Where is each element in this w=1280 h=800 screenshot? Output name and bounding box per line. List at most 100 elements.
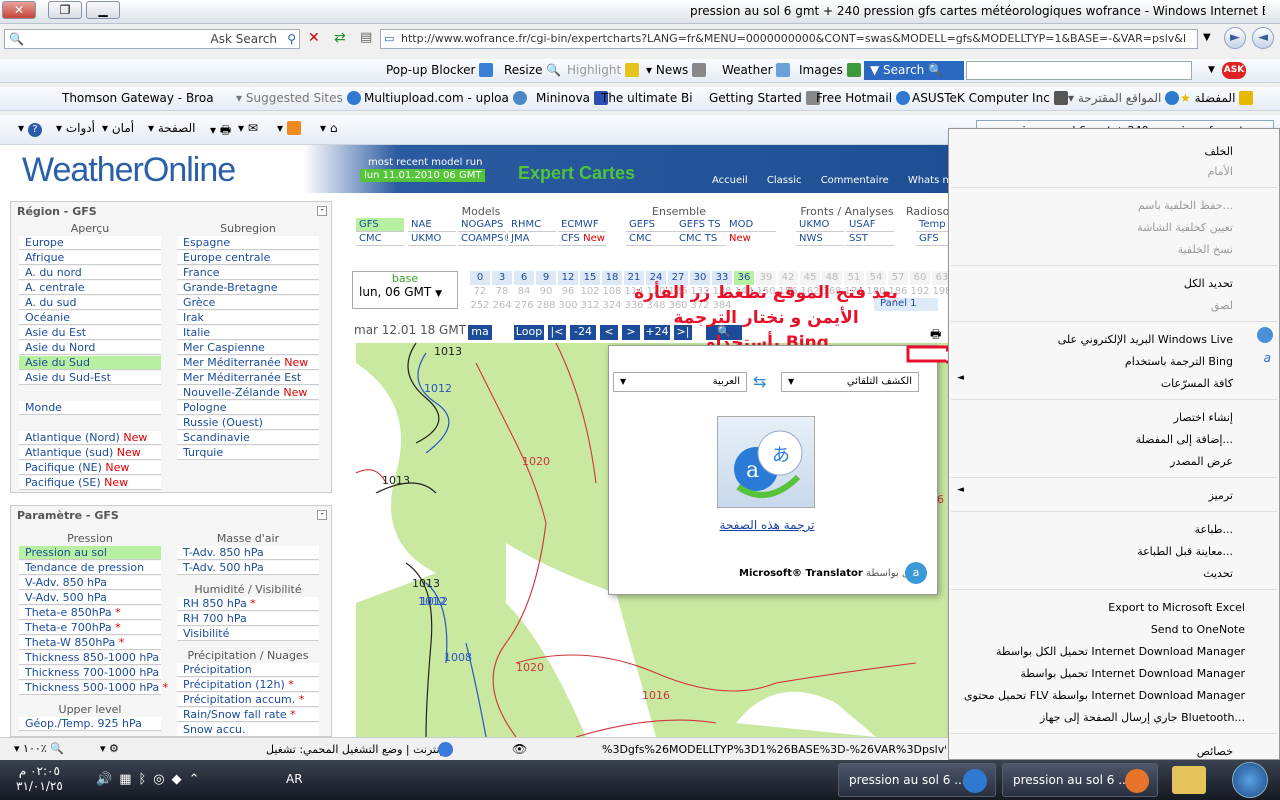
- context-menu-item[interactable]: عرض المصدر: [1170, 455, 1233, 468]
- context-menu-item[interactable]: معاينة قبل الطباعة...: [1137, 545, 1233, 558]
- context-menu-item[interactable]: طباعة...: [1195, 523, 1233, 536]
- translate-from-select[interactable]: ▼ الكشف التلقائي: [781, 372, 919, 392]
- popup-blocker-button[interactable]: Pop-up Blocker: [386, 63, 494, 77]
- context-menu-item[interactable]: كافة المسرّعات: [1161, 377, 1233, 390]
- precip-item[interactable]: Snow accu.: [177, 723, 319, 737]
- safety-menu[interactable]: ▾ أمان: [102, 121, 134, 135]
- fav-thomson[interactable]: Thomson Gateway - Broa: [62, 91, 214, 105]
- model-item[interactable]: CMC: [356, 232, 404, 246]
- nav-classic[interactable]: Classic: [767, 175, 802, 186]
- resize-button[interactable]: Resize 🔍: [504, 63, 561, 77]
- subregion-item[interactable]: Russie (Ouest): [177, 416, 319, 430]
- fronts-item[interactable]: USAF: [846, 218, 894, 232]
- minimize-button[interactable]: ▁: [86, 1, 120, 19]
- context-menu-item[interactable]: جاري إرسال الصفحة إلى جهاز Bluetooth...: [1040, 711, 1245, 724]
- pression-item[interactable]: Theta-e 700hPa *: [19, 621, 161, 635]
- stop-icon[interactable]: ✕: [308, 30, 320, 46]
- base-selector[interactable]: base lun, 06 GMT ▼: [352, 271, 458, 309]
- refresh-icon[interactable]: ⇄: [334, 30, 346, 46]
- precip-item[interactable]: Précipitation: [177, 663, 319, 677]
- subregion-item[interactable]: Italie: [177, 326, 319, 340]
- ensemble-item[interactable]: GEFS: [626, 218, 676, 232]
- control-button[interactable]: |<: [548, 325, 566, 340]
- hour-cell[interactable]: 9: [536, 271, 556, 285]
- region-monde[interactable]: Monde: [19, 401, 161, 415]
- news-button[interactable]: ▾ News: [646, 63, 707, 77]
- fav-mininova[interactable]: Mininova: [536, 91, 608, 105]
- context-menu-item[interactable]: خصائص: [1197, 745, 1233, 758]
- ask-menu-icon[interactable]: ▼: [1208, 65, 1215, 75]
- fav-asus[interactable]: ASUSTeK Computer Inc: [912, 91, 1068, 105]
- hour-cell[interactable]: 3: [492, 271, 512, 285]
- context-menu-item[interactable]: تحميل محتوى FLV بواسطة Internet Download…: [964, 689, 1245, 702]
- fronts-item[interactable]: SST: [846, 232, 894, 246]
- region-ocean-item[interactable]: Atlantique (sud) New: [19, 446, 161, 460]
- region-item[interactable]: Océanie: [19, 311, 161, 325]
- ensemble-item[interactable]: CMC: [626, 232, 676, 246]
- ask-search-box[interactable]: 🔍 Ask Search ⚲: [4, 29, 300, 49]
- hour-cell[interactable]: 63: [932, 271, 948, 285]
- context-menu-item[interactable]: إنشاء اختصار: [1174, 411, 1233, 424]
- ensemble-item[interactable]: GEFS TS: [676, 218, 726, 232]
- fav-getting-started[interactable]: Getting Started: [709, 91, 820, 105]
- context-menu-item[interactable]: ترميز: [1209, 489, 1233, 502]
- subregion-item[interactable]: France: [177, 266, 319, 280]
- ma-button[interactable]: ma: [468, 325, 492, 340]
- context-menu-item[interactable]: Send to OneNote: [1151, 623, 1245, 636]
- help-button[interactable]: ▾ ?: [18, 121, 42, 137]
- model-item[interactable]: JMA: [508, 232, 556, 246]
- restore-button[interactable]: ❐: [48, 1, 82, 19]
- context-menu-item[interactable]: Export to Microsoft Excel: [1108, 601, 1245, 614]
- clock[interactable]: ٠٢:٠٥ م ٣١/٠١/٢٥: [16, 764, 63, 794]
- control-button[interactable]: Loop: [514, 325, 544, 340]
- region-item[interactable]: A. du sud: [19, 296, 161, 310]
- humid-item[interactable]: RH 850 hPa *: [177, 597, 319, 611]
- ask-logo-icon[interactable]: ASK: [1222, 62, 1246, 79]
- zoom-control[interactable]: ▾ ١٠٠٪ 🔍: [14, 742, 64, 755]
- translate-to-select[interactable]: ▼ العربية: [613, 372, 747, 392]
- model-item[interactable]: CFS New: [558, 232, 606, 246]
- page-menu[interactable]: ▾ الصفحة: [148, 121, 196, 135]
- images-button[interactable]: Images: [799, 63, 861, 77]
- ensemble-item[interactable]: MOD New: [726, 218, 776, 244]
- model-item[interactable]: GFS: [356, 218, 404, 232]
- model-item[interactable]: UKMO: [408, 232, 456, 246]
- region-item[interactable]: A. centrale: [19, 281, 161, 295]
- nav-whats-new[interactable]: Whats new: [908, 175, 948, 186]
- subregion-item[interactable]: Mer Méditerranée New: [177, 356, 319, 370]
- compat-icon[interactable]: ▤: [360, 30, 372, 45]
- fav-suggested[interactable]: ▾ Suggested Sites: [236, 91, 361, 105]
- region-item[interactable]: Afrique: [19, 251, 161, 265]
- fav-multiupload[interactable]: Multiupload.com - uploa: [364, 91, 527, 105]
- context-menu-item[interactable]: البريد الإلكتروني على Windows Live: [1058, 333, 1233, 346]
- context-menu-item[interactable]: الترجمة باستخدام Bing: [1125, 355, 1233, 368]
- pression-item[interactable]: Tendance de pression: [19, 561, 161, 575]
- radio-item[interactable]: GFS: [916, 232, 948, 246]
- region-ocean-item[interactable]: Pacifique (NE) New: [19, 461, 161, 475]
- privacy-eye-icon[interactable]: 👁: [512, 742, 527, 756]
- context-menu-item[interactable]: تحميل بواسطة Internet Download Manager: [1020, 667, 1245, 680]
- subregion-item[interactable]: Turquie: [177, 446, 319, 460]
- context-menu-item[interactable]: تحديث: [1203, 567, 1233, 580]
- hour-cell[interactable]: 6: [514, 271, 534, 285]
- precip-item[interactable]: Rain/Snow fall rate *: [177, 708, 319, 722]
- model-item[interactable]: RHMC: [508, 218, 556, 232]
- fronts-item[interactable]: UKMO: [796, 218, 844, 232]
- highlight-button[interactable]: Highlight: [567, 63, 640, 77]
- print-button[interactable]: ▾ 🖶: [210, 121, 231, 142]
- control-button[interactable]: -24: [570, 325, 596, 340]
- subregion-item[interactable]: Nouvelle-Zélande New: [177, 386, 319, 400]
- hour-cell[interactable]: 60: [910, 271, 930, 285]
- subregion-item[interactable]: Grèce: [177, 296, 319, 310]
- nav-commentaire[interactable]: Commentaire: [821, 175, 889, 186]
- humid-item[interactable]: Visibilité: [177, 627, 319, 641]
- back-button[interactable]: ◄: [1252, 27, 1274, 49]
- context-menu-item[interactable]: تعيين كخلفية الشاشة: [1137, 221, 1233, 234]
- mail-button[interactable]: ▾ ✉: [238, 121, 258, 135]
- translator-logo-icon[interactable]: a あ: [717, 416, 815, 508]
- pression-item[interactable]: V-Adv. 850 hPa: [19, 576, 161, 590]
- swap-languages-icon[interactable]: ⇆: [753, 372, 766, 391]
- weather-button[interactable]: Weather: [722, 63, 791, 77]
- tools-menu[interactable]: ▾ أدوات: [56, 121, 95, 135]
- region-item[interactable]: Europe: [19, 236, 161, 250]
